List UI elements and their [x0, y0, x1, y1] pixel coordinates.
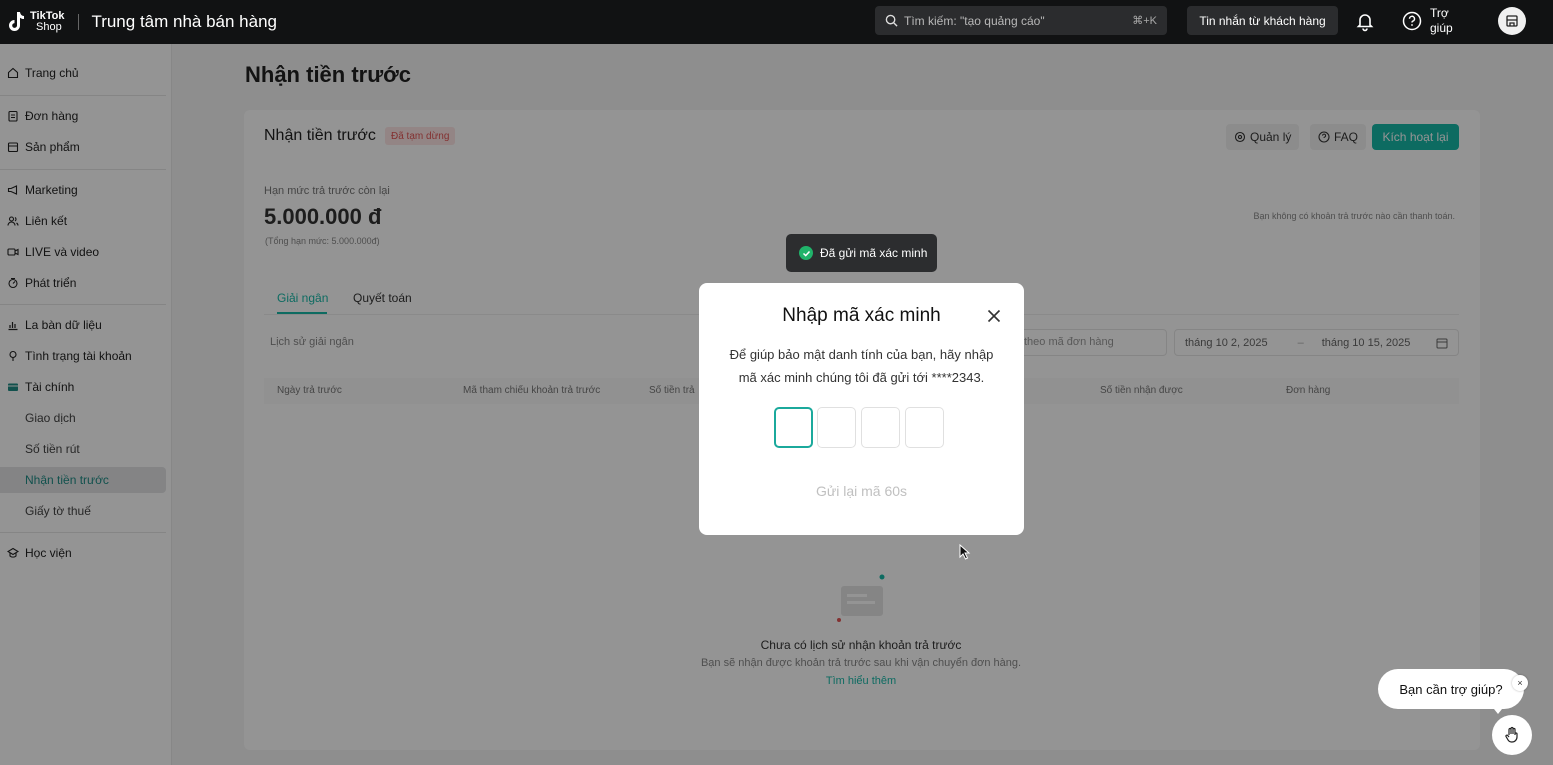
- mouse-cursor-icon: [959, 544, 971, 560]
- shop-avatar[interactable]: [1498, 7, 1526, 35]
- search-shortcut: ⌘+K: [1132, 15, 1157, 27]
- help-button[interactable]: Trợ giúp: [1402, 6, 1453, 36]
- modal-title: Nhập mã xác minh: [782, 305, 941, 326]
- help-label: Trợ giúp: [1430, 6, 1453, 36]
- toast-text: Đã gửi mã xác minh: [820, 246, 928, 260]
- close-chat-bubble-button[interactable]: ×: [1512, 675, 1528, 691]
- help-line2: giúp: [1430, 21, 1453, 35]
- divider: [78, 14, 80, 30]
- logo-line2: Shop: [36, 21, 62, 33]
- toast-notification: Đã gửi mã xác minh: [786, 234, 937, 272]
- app-title: Trung tâm nhà bán hàng: [91, 12, 277, 31]
- otp-digit-4[interactable]: [905, 407, 944, 448]
- hand-icon: [1505, 726, 1518, 743]
- tiktok-shop-logo[interactable]: TikTok Shop: [6, 10, 64, 34]
- bell-icon[interactable]: [1354, 10, 1376, 32]
- customer-messages-button[interactable]: Tin nhắn từ khách hàng: [1187, 6, 1338, 35]
- otp-digit-2[interactable]: [817, 407, 856, 448]
- close-icon[interactable]: [985, 307, 1003, 325]
- help-chat-bubble[interactable]: Bạn cần trợ giúp?: [1378, 669, 1524, 709]
- otp-digit-3[interactable]: [861, 407, 900, 448]
- check-circle-icon: [799, 246, 813, 260]
- otp-digit-1[interactable]: [774, 407, 813, 448]
- chat-bubble-tail: [1490, 704, 1506, 714]
- store-icon: [1506, 15, 1518, 27]
- verification-modal: Nhập mã xác minh Để giúp bảo mật danh tí…: [699, 283, 1024, 535]
- help-line1: Trợ: [1430, 6, 1449, 20]
- question-icon: [1402, 11, 1422, 31]
- tiktok-logo-icon: [9, 12, 24, 31]
- resend-code-button[interactable]: Gửi lại mã 60s: [699, 483, 1024, 499]
- modal-description: Để giúp bảo mật danh tính của bạn, hãy n…: [729, 347, 994, 385]
- chat-assistant-button[interactable]: [1492, 715, 1532, 755]
- logo-text: TikTok Shop: [30, 11, 64, 33]
